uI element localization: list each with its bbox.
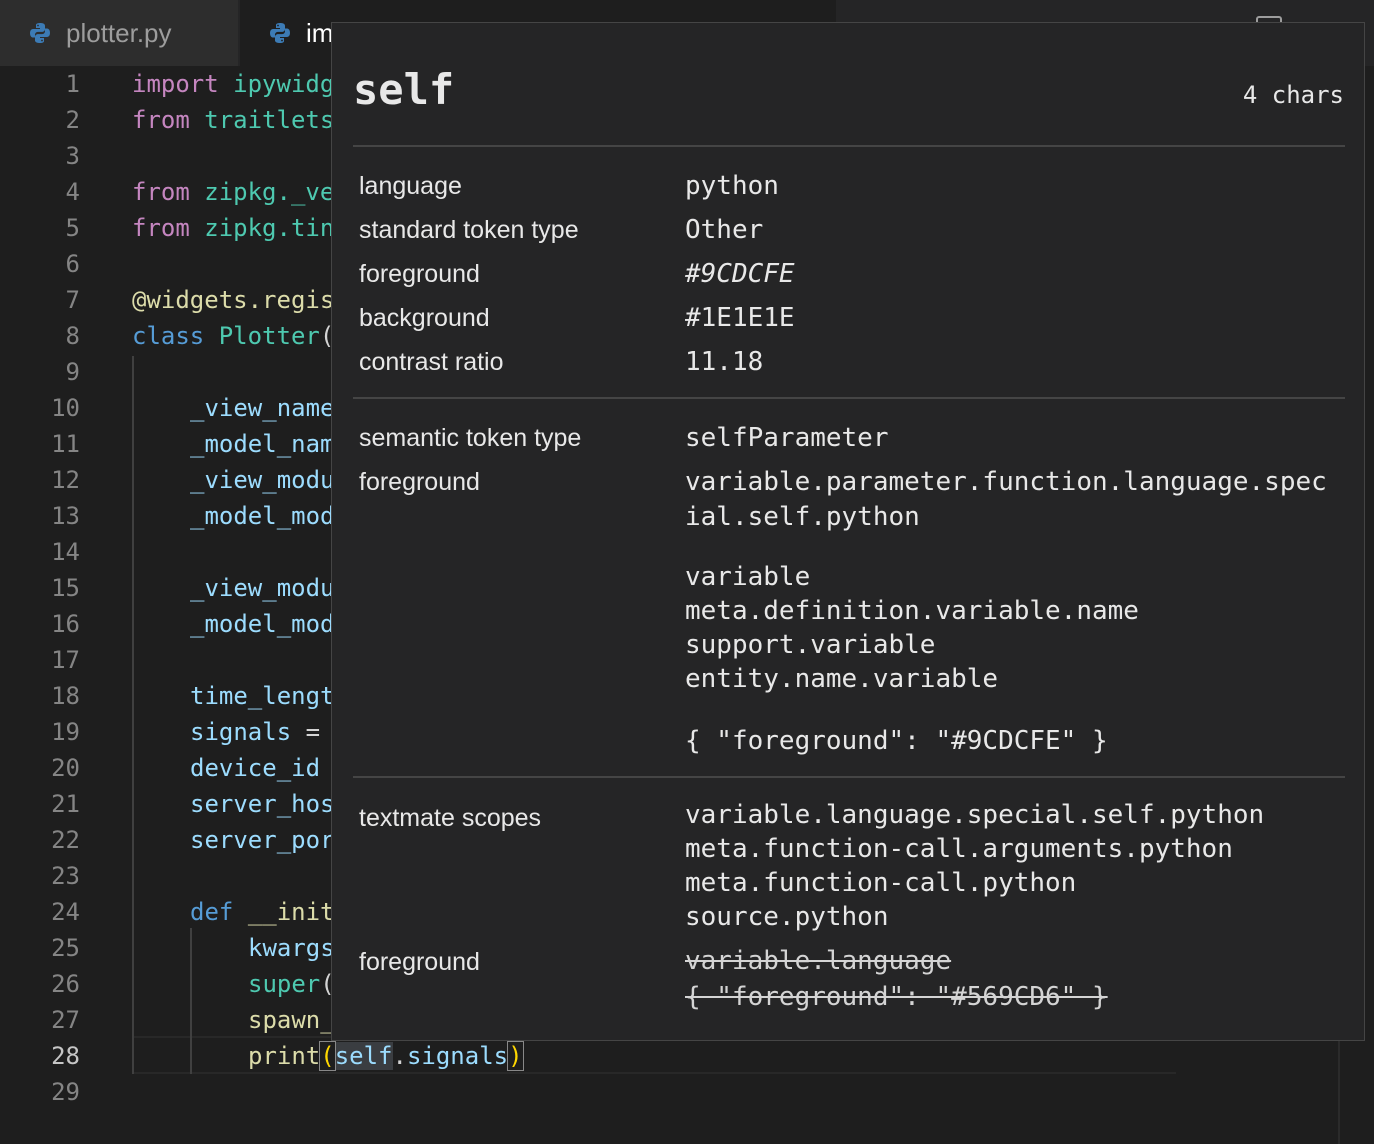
selected-token-self: self — [334, 1042, 393, 1070]
textmate-scope: meta.function-call.arguments.python — [685, 834, 1233, 864]
line-number: 21 — [51, 790, 80, 818]
code-line: from traitlets — [132, 106, 335, 134]
semantic-token-type-label: semantic token type — [359, 424, 582, 452]
code-line: device_id — [190, 754, 321, 782]
line-number: 5 — [65, 214, 80, 242]
code-line: class Plotter( — [132, 322, 335, 350]
indent-guide — [132, 356, 134, 1074]
python-icon — [30, 23, 50, 43]
line-number-current: 28 — [51, 1042, 80, 1070]
line-number: 15 — [51, 574, 80, 602]
line-number: 25 — [51, 934, 80, 962]
semantic-foreground-label: foreground — [359, 468, 480, 496]
line-number: 29 — [51, 1078, 80, 1106]
theme-rule-scope: support.variable — [685, 630, 936, 660]
line-number: 13 — [51, 502, 80, 530]
code-line: _model_mod — [190, 502, 335, 530]
code-line: spawn_ — [248, 1006, 335, 1034]
divider — [353, 397, 1345, 399]
theme-rule-value: { "foreground": "#9CDCFE" } — [685, 726, 1108, 756]
line-number: 19 — [51, 718, 80, 746]
line-number: 27 — [51, 1006, 80, 1034]
theme-rule-scope: variable — [685, 562, 811, 592]
standard-token-type-label: standard token type — [359, 216, 579, 244]
inspector-char-count: 4 chars — [1242, 81, 1344, 109]
textmate-foreground-label: foreground — [359, 948, 480, 976]
code-line: from zipkg._ve — [132, 178, 335, 206]
line-number: 14 — [51, 538, 80, 566]
line-number: 10 — [51, 394, 80, 422]
textmate-scope: variable.language.special.self.python — [685, 800, 1265, 830]
theme-rule-scope: entity.name.variable — [685, 664, 999, 694]
bracket-close: ) — [507, 1041, 524, 1071]
line-number: 20 — [51, 754, 80, 782]
line-number: 23 — [51, 862, 80, 890]
foreground-label: foreground — [359, 260, 480, 288]
tab-plotter-py[interactable]: plotter.py — [0, 0, 238, 66]
contrast-ratio-label: contrast ratio — [359, 348, 504, 376]
line-number: 12 — [51, 466, 80, 494]
token-inspector-hover: self 4 chars language python standard to… — [331, 22, 1365, 1041]
code-line: _view_name — [190, 394, 335, 422]
code-line: server_por — [190, 826, 335, 854]
semantic-foreground-scope: ial.self.python — [685, 502, 920, 532]
semantic-token-type-value: selfParameter — [685, 423, 889, 453]
tab-label: im — [306, 17, 334, 48]
line-number: 2 — [65, 106, 80, 134]
overridden-scope: variable.language — [685, 946, 952, 976]
line-number: 11 — [51, 430, 80, 458]
inspector-token-title: self — [353, 65, 455, 114]
line-number: 16 — [51, 610, 80, 638]
language-value: python — [685, 171, 779, 201]
code-line: time_lengt — [190, 682, 335, 710]
theme-rule-scope: meta.definition.variable.name — [685, 596, 1139, 626]
code-line: signals = — [190, 718, 321, 746]
code-line: import ipywidg — [132, 70, 335, 98]
line-number: 3 — [65, 142, 80, 170]
background-value: #1E1E1E — [685, 303, 795, 333]
semantic-foreground-scope: variable.parameter.function.language.spe… — [685, 467, 1327, 497]
line-number: 4 — [65, 178, 80, 206]
line-number: 9 — [65, 358, 80, 386]
line-number: 24 — [51, 898, 80, 926]
code-line: @widgets.regis — [132, 286, 335, 314]
code-line: def __init — [190, 898, 335, 926]
line-number: 22 — [51, 826, 80, 854]
textmate-scope: meta.function-call.python — [685, 868, 1077, 898]
code-line: _view_modu — [190, 466, 335, 494]
indent-guide — [190, 928, 192, 1074]
contrast-ratio-value: 11.18 — [685, 347, 764, 377]
divider — [353, 776, 1345, 778]
divider — [353, 145, 1345, 147]
code-line: _model_nam — [190, 430, 335, 458]
code-line: server_hos — [190, 790, 335, 818]
standard-token-type-value: Other — [685, 215, 764, 245]
line-number: 7 — [65, 286, 80, 314]
line-number: 8 — [65, 322, 80, 350]
code-line: kwargs — [248, 934, 335, 962]
language-label: language — [359, 172, 462, 200]
textmate-scope: source.python — [685, 902, 889, 932]
code-line: super( — [248, 970, 335, 998]
line-number: 6 — [65, 250, 80, 278]
overridden-rule-value: { "foreground": "#569CD6" } — [685, 982, 1108, 1012]
textmate-scopes-label: textmate scopes — [359, 804, 542, 832]
foreground-value: #9CDCFE — [685, 259, 795, 289]
tab-label: plotter.py — [66, 17, 172, 48]
background-label: background — [359, 304, 490, 332]
bracket-open: ( — [319, 1041, 336, 1071]
code-line: from zipkg.tin — [132, 214, 335, 242]
line-number: 17 — [51, 646, 80, 674]
python-icon — [270, 23, 290, 43]
line-number: 1 — [65, 70, 80, 98]
line-number: 26 — [51, 970, 80, 998]
code-line: _view_modu — [190, 574, 335, 602]
code-line-current: print(self.signals) — [248, 1041, 524, 1071]
code-line: _model_mod — [190, 610, 335, 638]
line-number: 18 — [51, 682, 80, 710]
